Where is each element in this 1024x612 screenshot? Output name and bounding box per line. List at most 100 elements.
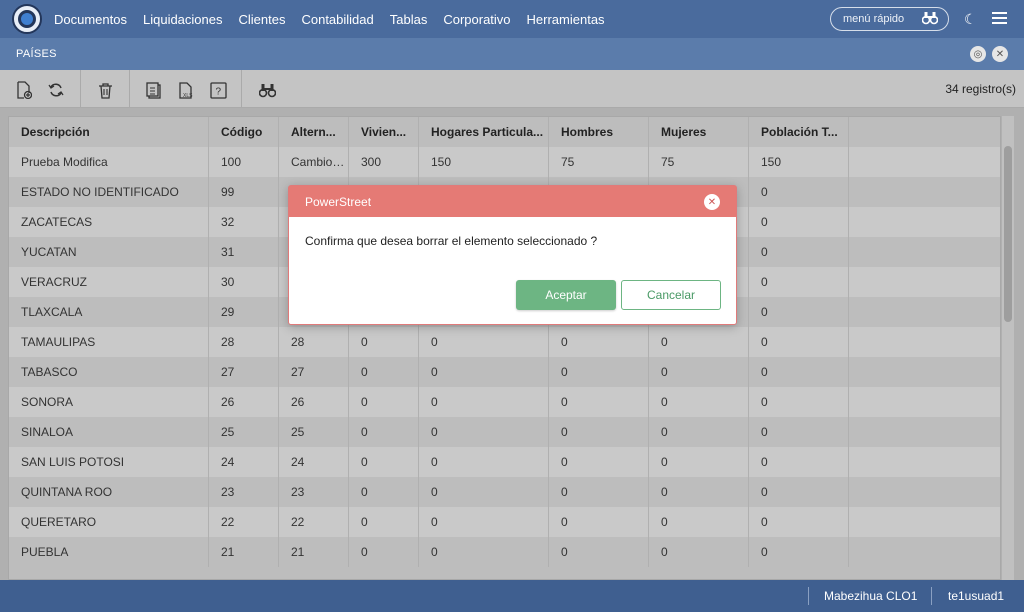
- refresh-icon[interactable]: [47, 81, 65, 99]
- column-header[interactable]: Altern...: [279, 117, 349, 147]
- table-row[interactable]: SONORA 26 26 0 0 0 0 0: [9, 387, 1000, 417]
- table-cell: 0: [419, 327, 549, 357]
- toolbar-separator: [80, 70, 81, 108]
- search-binoculars-icon[interactable]: [258, 81, 276, 99]
- help-icon[interactable]: ?: [209, 81, 227, 99]
- table-cell: Prueba Modifica: [9, 147, 209, 177]
- table-cell: 0: [419, 387, 549, 417]
- top-navbar: Documentos Liquidaciones Clientes Contab…: [0, 0, 1024, 38]
- cancel-button[interactable]: Cancelar: [621, 280, 721, 310]
- table-cell: 0: [349, 447, 419, 477]
- table-cell: 25: [209, 417, 279, 447]
- column-header[interactable]: Población T...: [749, 117, 849, 147]
- table-cell: 0: [749, 207, 849, 237]
- menu-tablas[interactable]: Tablas: [390, 12, 428, 27]
- table-row[interactable]: TAMAULIPAS 28 28 0 0 0 0 0: [9, 327, 1000, 357]
- menu-herramientas[interactable]: Herramientas: [527, 12, 605, 27]
- table-cell: 0: [419, 507, 549, 537]
- table-cell: 0: [649, 537, 749, 567]
- table-row[interactable]: Prueba Modifica 100 Cambioalt: 300 150 75 75 15…: [9, 147, 1000, 177]
- status-separator: [931, 587, 932, 605]
- table-cell: 150: [419, 147, 549, 177]
- table-cell: 23: [209, 477, 279, 507]
- table-cell: 0: [349, 507, 419, 537]
- quick-menu-search[interactable]: menú rápido: [830, 7, 949, 31]
- table-cell: TLAXCALA: [9, 297, 209, 327]
- table-cell: 0: [549, 327, 649, 357]
- close-window-icon[interactable]: ✕: [992, 46, 1008, 62]
- column-header[interactable]: Hogares Particula...: [419, 117, 549, 147]
- table-cell: 0: [649, 477, 749, 507]
- status-bar: Mabezihua CLO1 te1usuad1: [0, 580, 1024, 612]
- table-cell: 25: [279, 417, 349, 447]
- table-row[interactable]: PUEBLA 21 21 0 0 0 0 0: [9, 537, 1000, 567]
- dialog-close-icon[interactable]: ✕: [704, 194, 720, 210]
- app-logo[interactable]: [12, 4, 42, 34]
- table-cell: 0: [419, 537, 549, 567]
- table-cell: 0: [749, 297, 849, 327]
- table-cell: 28: [209, 327, 279, 357]
- table-cell: 99: [209, 177, 279, 207]
- table-cell: VERACRUZ: [9, 267, 209, 297]
- table-cell: 0: [649, 387, 749, 417]
- dialog-message: Confirma que desea borrar el elemento se…: [305, 234, 598, 248]
- table-cell: 0: [749, 237, 849, 267]
- menu-liquidaciones[interactable]: Liquidaciones: [143, 12, 223, 27]
- table-row[interactable]: QUINTANA ROO 23 23 0 0 0 0 0: [9, 477, 1000, 507]
- column-header[interactable]: Mujeres: [649, 117, 749, 147]
- table-cell: 0: [349, 387, 419, 417]
- table-cell: 32: [209, 207, 279, 237]
- table-cell: 0: [549, 357, 649, 387]
- table-cell: ZACATECAS: [9, 207, 209, 237]
- accept-button[interactable]: Aceptar: [516, 280, 616, 310]
- table-cell: 0: [749, 177, 849, 207]
- table-cell: 0: [649, 357, 749, 387]
- column-header[interactable]: Hombres: [549, 117, 649, 147]
- svg-text:?: ?: [215, 86, 221, 97]
- table-cell: 21: [209, 537, 279, 567]
- table-row[interactable]: SAN LUIS POTOSI 24 24 0 0 0 0 0: [9, 447, 1000, 477]
- status-separator: [808, 587, 809, 605]
- table-row[interactable]: TABASCO 27 27 0 0 0 0 0: [9, 357, 1000, 387]
- table-cell: 0: [549, 447, 649, 477]
- table-cell: 0: [349, 537, 419, 567]
- table-cell: 0: [419, 477, 549, 507]
- table-cell: 0: [749, 507, 849, 537]
- column-header[interactable]: Descripción: [9, 117, 209, 147]
- hamburger-menu-icon[interactable]: [992, 12, 1007, 24]
- table-cell: 0: [549, 537, 649, 567]
- grid-scrollbar-thumb[interactable]: [1004, 146, 1012, 322]
- table-cell: 0: [549, 507, 649, 537]
- column-header[interactable]: Vivien...: [349, 117, 419, 147]
- table-cell: 29: [209, 297, 279, 327]
- table-cell: QUINTANA ROO: [9, 477, 209, 507]
- table-cell: 300: [349, 147, 419, 177]
- table-cell: 31: [209, 237, 279, 267]
- table-cell: 0: [549, 417, 649, 447]
- table-cell: SONORA: [9, 387, 209, 417]
- table-cell: 0: [649, 507, 749, 537]
- menu-corporativo[interactable]: Corporativo: [443, 12, 510, 27]
- table-cell: PUEBLA: [9, 537, 209, 567]
- new-document-icon[interactable]: [15, 81, 33, 99]
- menu-contabilidad[interactable]: Contabilidad: [301, 12, 373, 27]
- menu-clientes[interactable]: Clientes: [239, 12, 286, 27]
- table-cell: 0: [349, 327, 419, 357]
- table-cell: 0: [749, 357, 849, 387]
- column-header[interactable]: Código: [209, 117, 279, 147]
- menu-documentos[interactable]: Documentos: [54, 12, 127, 27]
- clipboard-list-icon[interactable]: [145, 81, 163, 99]
- table-cell: TAMAULIPAS: [9, 327, 209, 357]
- table-cell: 0: [649, 327, 749, 357]
- table-row[interactable]: SINALOA 25 25 0 0 0 0 0: [9, 417, 1000, 447]
- table-row[interactable]: QUERETARO 22 22 0 0 0 0 0: [9, 507, 1000, 537]
- restore-window-icon[interactable]: ◎: [970, 46, 986, 62]
- table-cell: YUCATAN: [9, 237, 209, 267]
- dark-mode-icon[interactable]: ☾: [964, 11, 977, 28]
- window-title: PAÍSES: [16, 48, 57, 60]
- table-cell: 0: [549, 387, 649, 417]
- delete-icon[interactable]: [96, 81, 114, 99]
- table-cell: QUERETARO: [9, 507, 209, 537]
- binoculars-icon[interactable]: [921, 11, 939, 28]
- export-xls-icon[interactable]: XLS: [177, 81, 195, 99]
